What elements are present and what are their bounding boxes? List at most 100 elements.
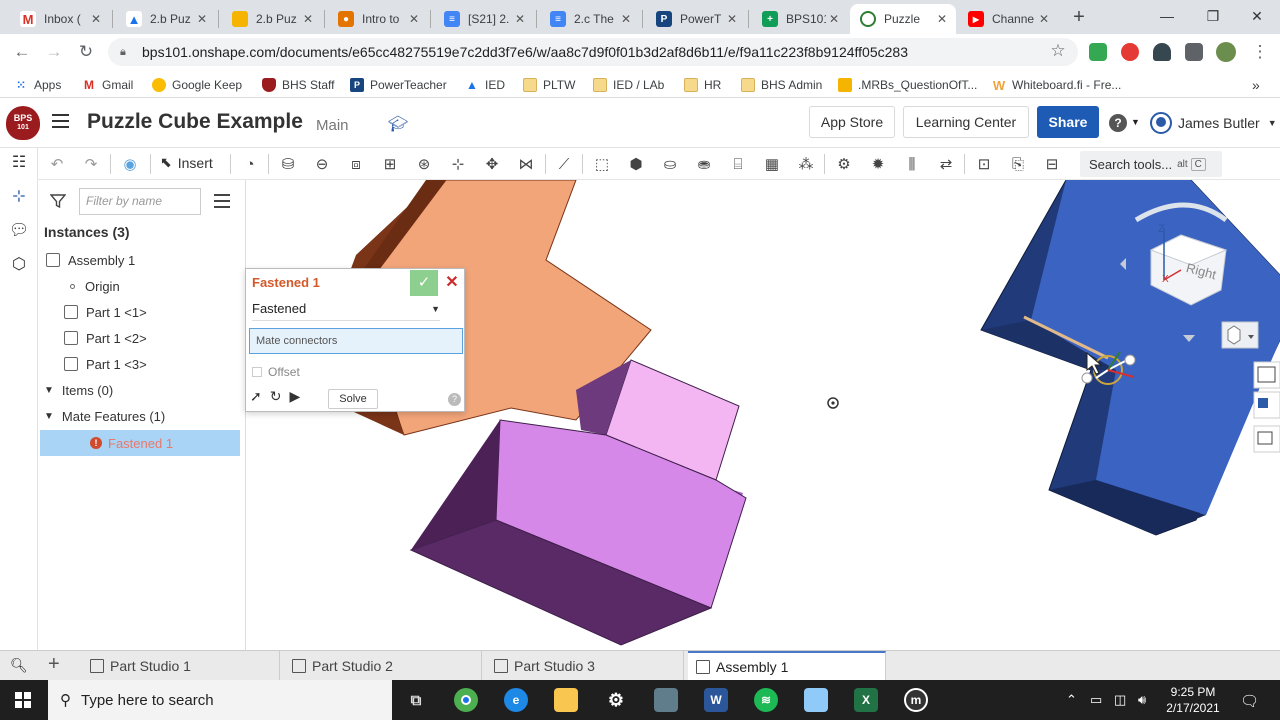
parallel-mate-icon[interactable]: ⋈ <box>515 153 537 175</box>
volume-icon[interactable]: 🔊︎ <box>1138 692 1146 708</box>
fastened-mate-icon[interactable]: ⛁ <box>277 153 299 175</box>
notifications-icon[interactable]: 🗨︎ <box>1240 692 1259 710</box>
list-item-assembly[interactable]: Assembly 1 <box>46 247 135 273</box>
bookmark-star-icon[interactable]: ☆ <box>1046 40 1070 62</box>
help-icon[interactable]: ? <box>448 393 461 406</box>
bookmark-apps[interactable]: ⁙ Apps <box>14 76 61 94</box>
graphics-viewport[interactable]: Right Z X <box>246 180 1280 650</box>
kebab-menu-icon[interactable]: ⋮ <box>1248 41 1272 63</box>
app-store-button[interactable]: App Store <box>809 106 895 138</box>
document-title[interactable]: Puzzle Cube Example <box>87 110 303 134</box>
gear-icon[interactable]: ⚙︎ <box>604 688 628 712</box>
animate-play-icon[interactable]: ▶ <box>289 388 300 405</box>
gear-icon[interactable]: ✹ <box>867 153 889 175</box>
minimize-button[interactable]: — <box>1144 0 1190 34</box>
windows-start-icon[interactable] <box>15 692 31 708</box>
chevron-down-icon[interactable]: ▼ <box>1131 117 1140 127</box>
bookmark-hr[interactable]: HR <box>684 76 721 94</box>
rack-pinion-icon[interactable]: ⛂ <box>693 153 715 175</box>
undo-icon[interactable]: ↶ <box>46 153 68 175</box>
close-icon[interactable]: ✕ <box>724 11 740 27</box>
filter-input[interactable]: Filter by name <box>79 188 201 215</box>
browser-tab[interactable]: ▲ 2.b Puz ✕ <box>116 4 216 34</box>
parts-cube-icon[interactable]: ⬡ <box>9 254 29 274</box>
browser-tab[interactable]: P PowerT ✕ <box>646 4 746 34</box>
bps-logo[interactable]: BPS 101 <box>6 106 40 140</box>
bookmark-bhs-admin[interactable]: BHS Admin <box>741 76 822 94</box>
excel-icon[interactable]: X <box>854 688 878 712</box>
linear-relation-icon[interactable]: ▦ <box>761 153 783 175</box>
restore-button[interactable]: ❐ <box>1190 0 1236 34</box>
insert-button[interactable]: ⬉ Insert <box>160 154 213 171</box>
offset-checkbox[interactable]: Offset <box>252 365 300 379</box>
group-icon[interactable]: ⬢ <box>625 153 647 175</box>
bookmark-mrbs[interactable]: .MRBs_QuestionOfT... <box>838 76 977 94</box>
forward-button[interactable]: → <box>42 41 66 63</box>
tab-assembly-1[interactable]: Assembly 1 <box>688 651 886 680</box>
more-bookmarks-button[interactable]: » <box>1252 76 1260 94</box>
close-icon[interactable]: ✕ <box>826 11 842 27</box>
pin-slot-mate-icon[interactable]: ⊹ <box>447 153 469 175</box>
flip-axis-icon[interactable]: ➚ <box>250 388 262 405</box>
browser-tab[interactable]: ● Intro to ✕ <box>328 4 428 34</box>
bill-of-materials-icon[interactable]: ⊟ <box>1041 153 1063 175</box>
profile-avatar[interactable] <box>1216 42 1236 62</box>
browser-tab[interactable]: ≡ 2.c The ✕ <box>540 4 640 34</box>
tangent-mate-icon[interactable]: ⟋ <box>553 153 575 175</box>
mate-connector-icon[interactable]: ⬚ <box>591 153 613 175</box>
slider-mate-icon[interactable]: ⧈ <box>345 153 367 175</box>
mass-properties-icon[interactable]: ⎘ <box>1007 153 1029 175</box>
hamburger-menu-icon[interactable] <box>52 114 69 128</box>
bookmark-keep[interactable]: Google Keep <box>152 76 242 94</box>
help-icon[interactable]: ? <box>1109 114 1127 132</box>
ball-mate-icon[interactable]: ✥ <box>481 153 503 175</box>
puzzle-extensions-icon[interactable] <box>1185 43 1203 61</box>
list-item-items-group[interactable]: ▼ Items (0) <box>44 377 113 403</box>
taskbar-clock[interactable]: 9:25 PM 2/17/2021 <box>1160 684 1226 716</box>
replicate-icon[interactable]: ⁂ <box>795 153 817 175</box>
url-field[interactable]: 🔒︎ bps101.onshape.com/documents/e65cc482… <box>108 38 1078 66</box>
cylindrical-mate-icon[interactable]: ⊛ <box>413 153 435 175</box>
branch-label[interactable]: Main <box>316 117 349 134</box>
extension-icon[interactable] <box>1153 43 1171 61</box>
feature-list-icon[interactable]: ☷ <box>9 152 29 172</box>
close-window-button[interactable]: ✕ <box>1234 0 1280 34</box>
close-icon[interactable]: ✕ <box>300 11 316 27</box>
close-icon[interactable]: ✕ <box>406 11 422 27</box>
view-options-menu[interactable] <box>1221 321 1259 349</box>
app-icon[interactable]: m <box>904 688 928 712</box>
graduation-cap-icon[interactable]: 🎓︎ <box>388 114 408 134</box>
chrome-icon[interactable] <box>454 688 478 712</box>
bookmark-powerteacher[interactable]: P PowerTeacher <box>350 76 447 94</box>
list-item-part[interactable]: Part 1 <2> <box>64 325 147 351</box>
close-icon[interactable]: ✕ <box>194 11 210 27</box>
revolute-mate-icon[interactable]: ⊖ <box>311 153 333 175</box>
list-item-origin[interactable]: Origin <box>66 273 120 299</box>
list-item-part[interactable]: Part 1 <1> <box>64 299 147 325</box>
comments-icon[interactable]: 💬︎ <box>9 220 29 240</box>
browser-tab[interactable]: + BPS101 ✕ <box>752 4 848 34</box>
browser-tab[interactable]: M Inbox ( ✕ <box>10 4 110 34</box>
gear-icon[interactable]: ⚙︎ <box>833 153 855 175</box>
add-tab-button[interactable]: + <box>48 653 60 676</box>
mate-connectors-field[interactable]: Mate connectors <box>249 328 463 354</box>
tab-part-studio-3[interactable]: Part Studio 3 <box>486 651 684 680</box>
search-tabs-icon[interactable]: 🔍︎ <box>10 657 28 674</box>
spotify-icon[interactable]: ≋ <box>754 688 778 712</box>
app-icon[interactable] <box>654 688 678 712</box>
chevron-down-icon[interactable]: ▼ <box>44 411 54 422</box>
extension-icon[interactable] <box>1121 43 1139 61</box>
model-canvas[interactable]: Right Z X <box>246 180 1280 650</box>
tab-part-studio-1[interactable]: Part Studio 1 <box>82 651 280 680</box>
browser-tab[interactable]: ≡ [S21] 2. ✕ <box>434 4 534 34</box>
tab-part-studio-2[interactable]: Part Studio 2 <box>284 651 482 680</box>
accept-check-icon[interactable]: ✓ <box>410 270 438 296</box>
chevron-up-icon[interactable]: ⌃ <box>1066 692 1077 708</box>
user-menu[interactable]: James Butler ▼ <box>1150 112 1277 134</box>
bookmark-whiteboard[interactable]: W Whiteboard.fi - Fre... <box>992 76 1122 94</box>
section-view-icon[interactable]: ⇄ <box>935 153 957 175</box>
mate-type-select[interactable]: Fastened ▼ <box>252 301 440 321</box>
word-icon[interactable]: W <box>704 688 728 712</box>
bookmark-pltw[interactable]: PLTW <box>523 76 575 94</box>
filter-icon[interactable] <box>50 193 66 209</box>
